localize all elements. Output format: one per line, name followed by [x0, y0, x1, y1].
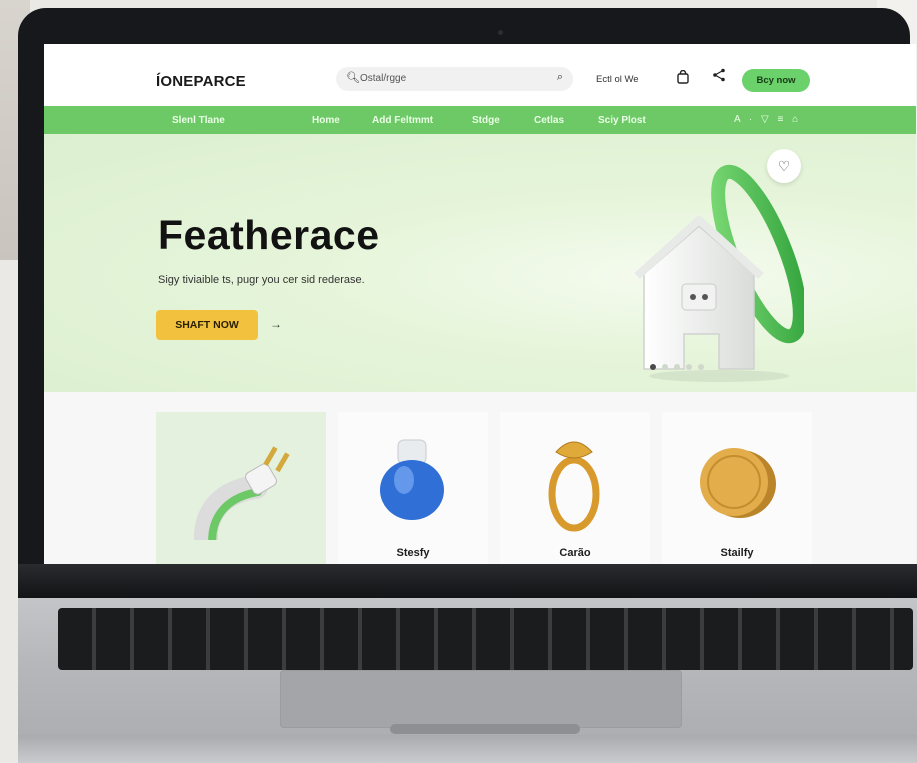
product-card[interactable]: Stesfy	[338, 412, 488, 564]
product-label: Stailfy	[720, 547, 754, 559]
nav-item-add[interactable]: Add Feltmmt	[372, 115, 433, 126]
product-card[interactable]	[156, 412, 326, 564]
nav-item-categories[interactable]: Cetlas	[534, 115, 564, 126]
search-icon: 🔍︎	[346, 72, 360, 84]
search-input[interactable]: Ostal/rgge	[360, 73, 406, 84]
plug-icon	[194, 446, 290, 540]
product-label: Carão	[559, 547, 591, 559]
search-bar[interactable]: 🔍︎ Ostal/rgge ⌕	[336, 67, 573, 91]
product-card[interactable]: Stailfy	[662, 412, 812, 564]
laptop-screen: ÍONEPARCE 🔍︎ Ostal/rgge ⌕ Ectl ol We Bcy…	[44, 44, 916, 564]
site-logo[interactable]: ÍONEPARCE	[156, 73, 246, 90]
ring-icon	[548, 441, 600, 532]
blue-bottle-icon	[380, 439, 444, 520]
product-grid: Stesfy Carão Stailfy	[44, 392, 916, 564]
nav-item-start[interactable]: Slenl Tlane	[172, 115, 225, 126]
arrow-right-icon[interactable]: →	[270, 317, 282, 331]
search-submit-icon[interactable]: ⌕	[557, 71, 563, 84]
nav-utility-icons[interactable]: A · ▽ ≡ ⌂	[734, 114, 801, 125]
laptop-hinge	[18, 564, 917, 600]
carousel-dot[interactable]	[662, 364, 668, 370]
nav-item-post[interactable]: Sciy Plost	[598, 115, 646, 126]
carousel-dots	[650, 364, 704, 370]
carousel-dot[interactable]	[674, 364, 680, 370]
house-ring-illustration	[634, 164, 804, 382]
hero-banner: Featherace Sigy tiviaible ts, pugr you c…	[44, 134, 916, 392]
coin-icon	[700, 448, 776, 518]
carousel-dot[interactable]	[650, 364, 656, 370]
buy-now-button[interactable]: Bcy now	[742, 69, 810, 92]
carousel-dot[interactable]	[698, 364, 704, 370]
laptop-front-notch	[390, 724, 580, 734]
laptop-base	[18, 598, 917, 763]
trackpad[interactable]	[280, 670, 682, 728]
product-card[interactable]: Carão	[500, 412, 650, 564]
nav-item-home[interactable]: Home	[312, 115, 340, 126]
share-icon[interactable]	[712, 68, 726, 86]
shop-now-button[interactable]: SHAFT NOW	[156, 310, 258, 340]
account-link[interactable]: Ectl ol We	[596, 74, 639, 85]
nav-item-stage[interactable]: Stdge	[472, 115, 500, 126]
cart-icon[interactable]	[676, 69, 690, 87]
main-nav: Slenl Tlane Home Add Feltmmt Stdge Cetla…	[44, 106, 916, 134]
carousel-dot[interactable]	[686, 364, 692, 370]
product-label: Stesfy	[396, 547, 430, 559]
laptop-front-edge	[18, 735, 917, 763]
webcam-icon	[498, 30, 503, 35]
hero-subtitle: Sigy tiviaible ts, pugr you cer sid rede…	[158, 274, 365, 286]
site-header: ÍONEPARCE 🔍︎ Ostal/rgge ⌕ Ectl ol We Bcy…	[44, 44, 916, 106]
keyboard[interactable]	[58, 608, 913, 670]
hero-title: Featherace	[158, 212, 380, 258]
